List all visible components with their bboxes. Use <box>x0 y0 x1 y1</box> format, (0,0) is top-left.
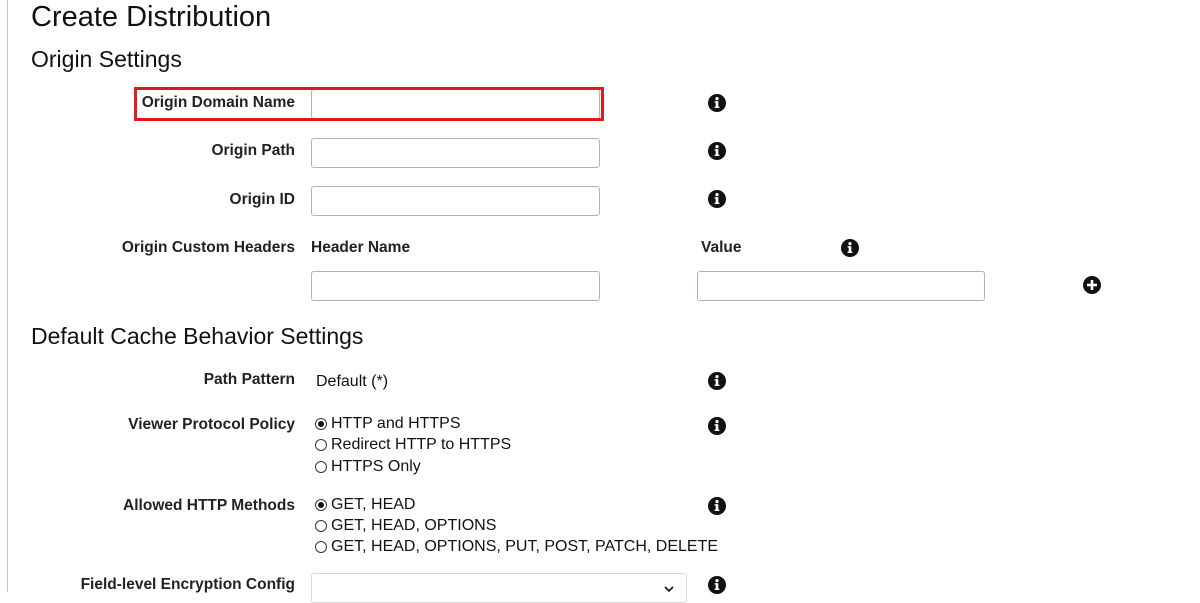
header-name-input[interactable] <box>311 271 600 301</box>
origin-custom-headers-label: Origin Custom Headers <box>121 239 295 256</box>
info-icon[interactable] <box>707 371 727 391</box>
header-value-input[interactable] <box>697 271 985 301</box>
radio-button[interactable] <box>315 520 327 532</box>
origin-path-input[interactable] <box>311 138 600 168</box>
header-name-column-label: Header Name <box>311 239 411 256</box>
left-border <box>7 0 8 592</box>
path-pattern-label: Path Pattern <box>203 371 295 388</box>
radio-get-head[interactable]: GET, HEAD <box>315 495 415 515</box>
radio-http-and-https[interactable]: HTTP and HTTPS <box>315 414 461 434</box>
origin-path-label: Origin Path <box>211 142 295 159</box>
origin-settings-heading: Origin Settings <box>31 46 182 72</box>
info-icon[interactable] <box>707 189 727 209</box>
viewer-protocol-policy-label: Viewer Protocol Policy <box>128 416 295 433</box>
allowed-http-methods-label: Allowed HTTP Methods <box>123 497 295 514</box>
value-column-label: Value <box>701 239 742 256</box>
radio-all-methods[interactable]: GET, HEAD, OPTIONS, PUT, POST, PATCH, DE… <box>315 537 718 557</box>
radio-button[interactable] <box>315 541 327 553</box>
radio-get-head-options[interactable]: GET, HEAD, OPTIONS <box>315 516 496 536</box>
info-icon[interactable] <box>707 141 727 161</box>
radio-redirect-http-to-https[interactable]: Redirect HTTP to HTTPS <box>315 435 511 455</box>
info-icon[interactable] <box>707 496 727 516</box>
info-icon[interactable] <box>707 93 727 113</box>
origin-id-label: Origin ID <box>229 191 295 208</box>
radio-https-only[interactable]: HTTPS Only <box>315 457 421 477</box>
field-level-encryption-label: Field-level Encryption Config <box>80 576 295 593</box>
radio-button-selected[interactable] <box>315 418 327 430</box>
chevron-down-icon <box>664 586 674 593</box>
default-cache-behavior-heading: Default Cache Behavior Settings <box>31 323 364 349</box>
field-level-encryption-select[interactable] <box>311 573 687 603</box>
origin-id-input[interactable] <box>311 186 600 216</box>
info-icon[interactable] <box>707 575 727 595</box>
plus-circle-icon[interactable] <box>1082 275 1102 295</box>
radio-button-selected[interactable] <box>315 499 327 511</box>
page-title: Create Distribution <box>31 1 272 33</box>
radio-button[interactable] <box>315 439 327 451</box>
info-icon[interactable] <box>840 238 860 258</box>
origin-domain-name-highlight <box>134 87 604 121</box>
path-pattern-value: Default (*) <box>316 373 389 390</box>
info-icon[interactable] <box>707 416 727 436</box>
radio-button[interactable] <box>315 461 327 473</box>
